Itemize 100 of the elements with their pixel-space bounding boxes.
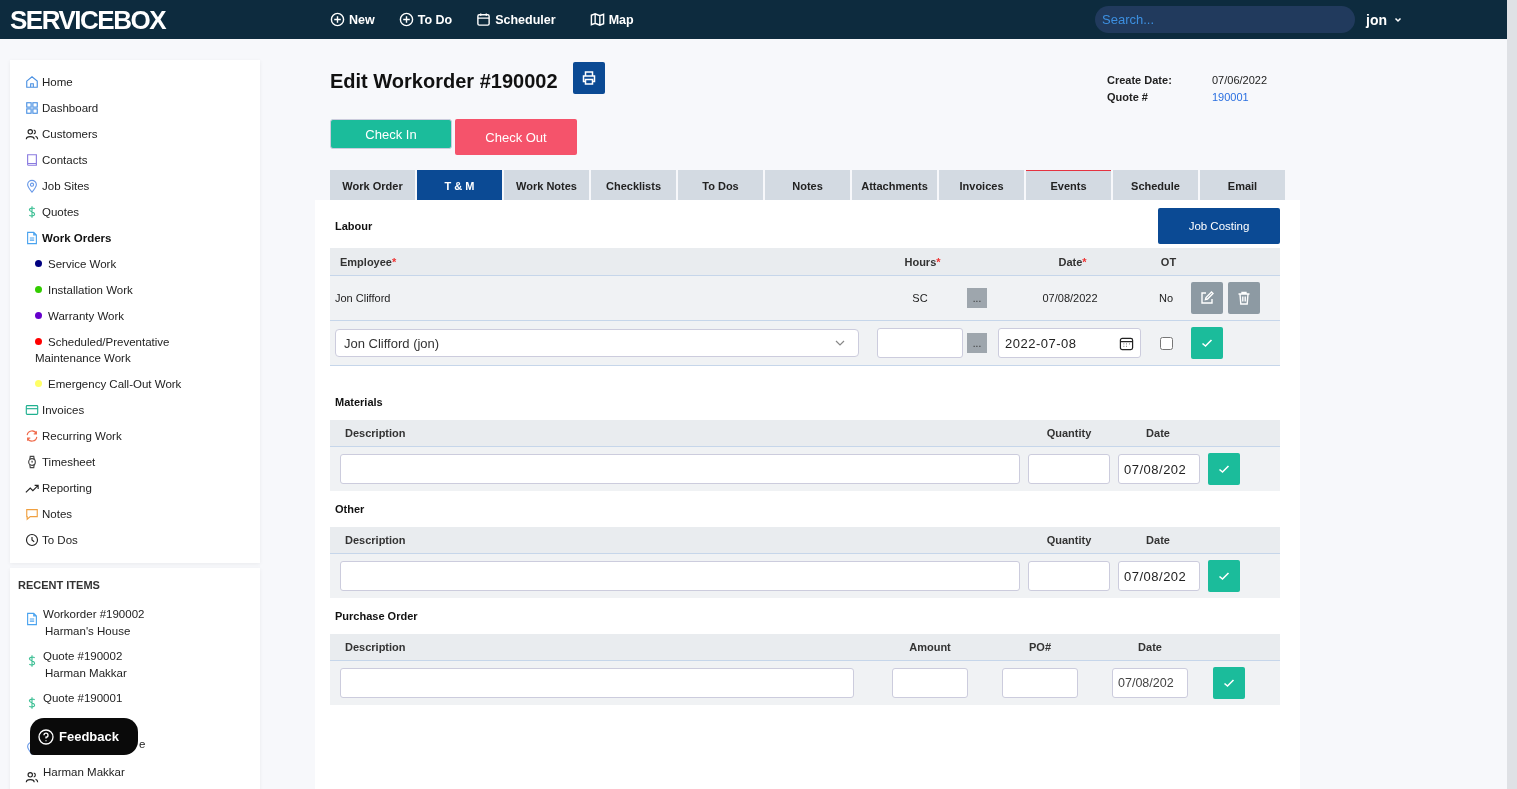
home-icon [25, 75, 39, 89]
description-input[interactable] [340, 454, 1020, 484]
sidebar-item[interactable]: Timesheet [25, 449, 260, 475]
calendar-icon [1119, 335, 1134, 351]
tab[interactable]: Invoices [939, 170, 1024, 200]
overtime-checkbox[interactable] [1159, 336, 1173, 350]
tab[interactable]: Checklists [591, 170, 676, 200]
column-header: Description [344, 427, 407, 439]
tab[interactable]: Schedule [1113, 170, 1198, 200]
recent-item[interactable]: Quote #190001 [25, 692, 260, 710]
date-input[interactable]: 07/08/202 [1118, 454, 1200, 484]
date-input[interactable]: 07/08/202 [1112, 668, 1188, 698]
sidebar-item[interactable]: Home [25, 69, 260, 95]
plus-circle-icon [398, 12, 414, 27]
job-costing-button[interactable]: Job Costing [1158, 208, 1280, 244]
people-icon [25, 127, 39, 141]
confirm-button[interactable] [1208, 560, 1240, 592]
meta-value: 07/06/2022 [1212, 74, 1269, 88]
sidebar-subitem[interactable]: Emergency Call-Out Work [25, 371, 235, 397]
tab[interactable]: Notes [765, 170, 850, 200]
tab[interactable]: Events [1026, 170, 1111, 200]
column-header: Date* [1057, 255, 1088, 268]
page-title: Edit Workorder #190002 [330, 70, 558, 93]
recent-item[interactable]: Quote #190002 Harman Makkar [25, 650, 260, 679]
quantity-input[interactable] [1028, 454, 1110, 484]
meta-label: Create Date: [1107, 74, 1173, 88]
document-icon [25, 612, 39, 626]
recent-item[interactable]: e [139, 738, 146, 753]
feedback-button[interactable]: Feedback [30, 718, 138, 755]
user-menu[interactable]: jon [1360, 11, 1409, 28]
sidebar-item[interactable]: Invoices [25, 397, 260, 423]
plus-circle-icon [330, 12, 345, 27]
column-header: Quantity [1045, 427, 1093, 439]
printer-icon [580, 70, 597, 86]
quantity-input[interactable] [1028, 561, 1110, 591]
tab[interactable]: Work Order [330, 170, 415, 200]
print-button[interactable] [572, 62, 605, 94]
column-header: OT [1159, 255, 1178, 268]
nav-link[interactable]: Map [589, 12, 634, 27]
map-icon [589, 12, 605, 27]
location-pin-icon [25, 179, 39, 193]
nav-link[interactable]: Scheduler [476, 12, 556, 27]
employee-select[interactable]: Jon Clifford (jon) [335, 329, 859, 357]
people-icon [25, 770, 39, 784]
edit-button[interactable] [1191, 282, 1223, 314]
sidebar-item[interactable]: Work Orders [25, 225, 260, 251]
sidebar-subitem[interactable]: Installation Work [25, 277, 235, 303]
nav-link[interactable]: New [330, 12, 375, 27]
sidebar-item[interactable]: Job Sites [25, 173, 260, 199]
tab[interactable]: T & M [417, 170, 502, 200]
column-header: Date [1145, 427, 1171, 439]
sidebar-subitem[interactable]: Service Work [25, 251, 235, 277]
sidebar-subitem[interactable]: Scheduled/Preventative Maintenance Work [25, 329, 235, 371]
tab[interactable]: To Dos [678, 170, 763, 200]
section-title: Other [335, 503, 366, 515]
tab[interactable]: Email [1200, 170, 1285, 200]
confirm-button[interactable] [1191, 327, 1223, 359]
sidebar-item[interactable]: Contacts [25, 147, 260, 173]
table-cell-text: Jon Clifford [335, 292, 392, 304]
quote-link[interactable]: 190001 [1212, 90, 1282, 104]
column-header: Quantity [1045, 534, 1093, 546]
tab[interactable]: Work Notes [504, 170, 589, 200]
logo[interactable]: SERVICEBOX [10, 4, 165, 35]
sidebar-item[interactable]: To Dos [25, 527, 260, 553]
more-button[interactable]: ... [967, 288, 987, 308]
section-title: RECENT ITEMS [18, 579, 101, 591]
recent-item[interactable]: Harman Makkar [25, 766, 260, 784]
search-field[interactable]: Search... [1095, 6, 1355, 33]
column-header: Description [344, 641, 407, 653]
hours-input[interactable] [877, 328, 963, 358]
clock-icon [25, 533, 39, 547]
meta-label: Quote # [1107, 90, 1149, 104]
date-input[interactable]: 2022-07-08 [998, 328, 1141, 358]
document-icon [25, 231, 39, 245]
table-cell-text: 07/08/2022 [1041, 292, 1099, 304]
help-icon [38, 728, 54, 745]
sidebar-item[interactable]: Notes [25, 501, 260, 527]
sidebar-item[interactable]: Customers [25, 121, 260, 147]
column-header: Employee* [339, 255, 398, 268]
sidebar-item[interactable]: Dashboard [25, 95, 260, 121]
po-number-input[interactable] [1002, 668, 1078, 698]
trash-icon [1236, 290, 1252, 306]
sidebar-item[interactable]: Quotes [25, 199, 260, 225]
column-header: Description [344, 534, 407, 546]
tab[interactable]: Attachments [852, 170, 937, 200]
date-input[interactable]: 07/08/202 [1118, 561, 1200, 591]
delete-button[interactable] [1228, 282, 1260, 314]
sidebar-item[interactable]: Reporting [25, 475, 260, 501]
confirm-button[interactable] [1213, 667, 1245, 699]
column-header: Hours* [903, 255, 942, 268]
nav-link[interactable]: To Do [398, 12, 453, 27]
recent-item[interactable]: Workorder #190002 Harman's House [25, 608, 260, 637]
confirm-button[interactable] [1208, 453, 1240, 485]
description-input[interactable] [340, 561, 1020, 591]
sidebar-item[interactable]: Recurring Work [25, 423, 260, 449]
pencil-icon [1199, 290, 1215, 306]
amount-input[interactable] [892, 668, 968, 698]
sidebar-subitem[interactable]: Warranty Work [25, 303, 235, 329]
more-button[interactable]: ... [967, 333, 987, 353]
description-input[interactable] [340, 668, 854, 698]
